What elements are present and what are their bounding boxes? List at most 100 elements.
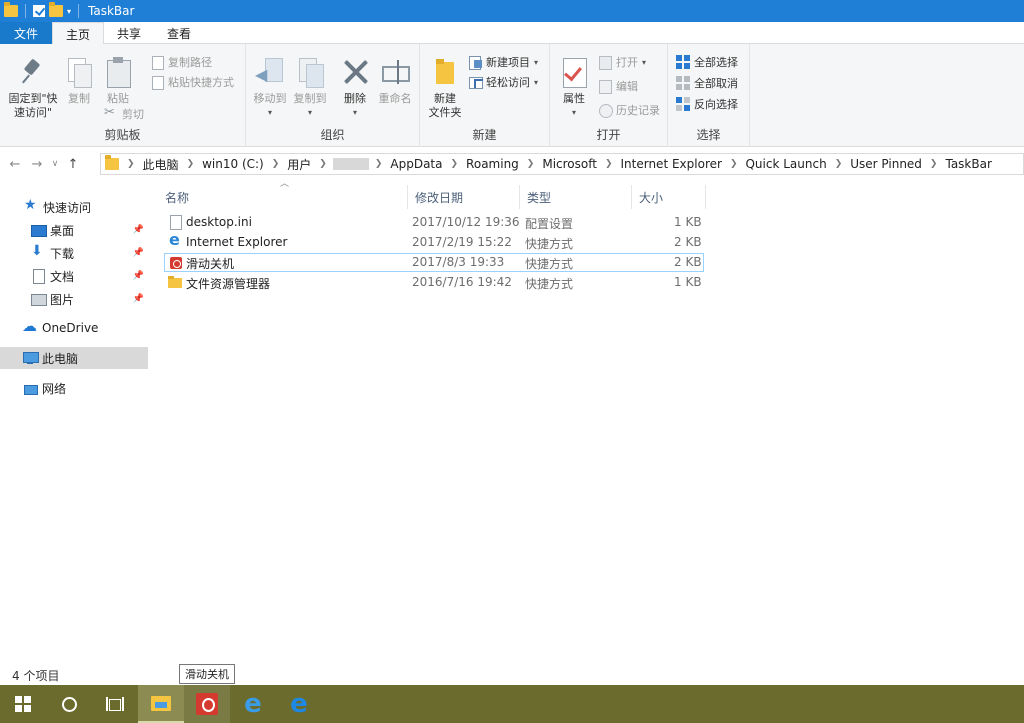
nav-pictures-label: 图片 [50,292,75,307]
crumb-separator-icon[interactable]: ❯ [317,159,329,169]
crumb-separator-icon[interactable]: ❯ [270,159,282,169]
search-button[interactable] [46,685,92,723]
crumb-roaming[interactable]: Roaming [460,157,525,171]
open-icon [598,55,612,70]
clipboard-group: 固定到"快 速访问" 复制 粘贴 复制路径 粘贴快捷方式 剪切 [0,44,246,147]
crumb-drive[interactable]: win10 (C:) [196,157,270,171]
history-button[interactable]: 历史记录 [598,102,660,118]
up-arrow-icon[interactable]: ↑ [62,157,84,172]
paste-button[interactable]: 粘贴 [100,56,136,106]
nav-documents[interactable]: 文档 📌 [0,265,148,287]
nav-downloads[interactable]: 下载 📌 [0,242,148,264]
properties-dropdown-icon: ▾ [571,108,576,117]
column-header-modified[interactable]: 修改日期 [408,185,520,209]
crumb-users[interactable]: 用户 [281,156,317,173]
invert-selection-button[interactable]: 反向选择 [676,96,738,112]
ini-file-icon [168,215,182,230]
crumb-separator-icon[interactable]: ❯ [125,159,137,169]
crumb-separator-icon[interactable]: ❯ [449,159,461,169]
crumb-separator-icon[interactable]: ❯ [603,159,615,169]
nav-quick-access[interactable]: 快速访问 [0,196,148,218]
recent-locations-chevron-icon[interactable]: ∨ [48,159,62,169]
address-bar[interactable]: ❯ 此电脑 ❯ win10 (C:) ❯ 用户 ❯ ❯ AppData ❯ Ro… [100,153,1024,175]
crumb-separator-icon[interactable]: ❯ [373,159,385,169]
column-header-name[interactable]: 名称 [158,185,408,209]
taskbar-edge[interactable]: e [276,685,322,723]
organize-group: 移动到 ▾ 复制到 ▾ 删除 ▾ 重命名 组织 [246,44,420,147]
crumb-separator-icon[interactable]: ❯ [185,159,197,169]
task-view-button[interactable] [92,685,138,723]
cut-button[interactable]: 剪切 [104,105,144,122]
nav-this-pc[interactable]: 此电脑 [0,347,148,369]
crumb-this-pc[interactable]: 此电脑 [137,156,185,173]
tab-file[interactable]: 文件 [0,22,53,44]
file-row-desktop-ini[interactable]: desktop.ini 2017/10/12 19:36 配置设置 1 KB [164,213,704,232]
copy-to-button[interactable]: 复制到 ▾ [290,56,330,120]
nav-onedrive[interactable]: OneDrive [0,317,148,339]
tab-share[interactable]: 共享 [104,22,154,44]
tab-view[interactable]: 查看 [154,22,204,44]
file-type: 配置设置 [525,217,574,231]
nav-desktop[interactable]: 桌面 📌 [0,219,148,241]
nav-documents-label: 文档 [50,269,75,284]
pin-icon [18,56,48,88]
crumb-separator-icon[interactable]: ❯ [928,159,940,169]
file-modified: 2017/2/19 15:22 [412,235,512,249]
easy-access-button[interactable]: 轻松访问 ▾ [468,74,538,90]
pin-to-quick-access-button[interactable]: 固定到"快 速访问" [4,56,62,120]
select-group-label: 选择 [696,128,721,142]
crumb-user-pinned[interactable]: User Pinned [844,157,928,171]
crumb-separator-icon[interactable]: ❯ [833,159,845,169]
title-bar: ▾ TaskBar [0,0,1024,22]
crumb-redacted-username[interactable] [332,158,369,170]
column-header-size[interactable]: 大小 [632,185,706,209]
file-row-internet-explorer[interactable]: Internet Explorer 2017/2/19 15:22 快捷方式 2… [164,230,704,252]
new-item-button[interactable]: 新建项目 ▾ [468,54,538,70]
nav-pictures[interactable]: 图片 📌 [0,288,148,310]
properties-button[interactable]: 属性 ▾ [556,56,592,120]
file-type: 快捷方式 [525,277,574,291]
crumb-quick-launch[interactable]: Quick Launch [739,157,832,171]
back-arrow-icon[interactable]: ← [4,157,26,172]
delete-button[interactable]: 删除 ▾ [336,56,374,120]
select-none-button[interactable]: 全部取消 [676,75,738,91]
new-group: 新建 文件夹 新建项目 ▾ 轻松访问 ▾ 新建 [420,44,550,147]
new-item-icon [468,55,482,70]
nav-network[interactable]: 网络 [0,377,148,399]
forward-arrow-icon[interactable]: → [26,157,48,172]
taskbar-slide-shutdown[interactable] [184,685,230,723]
select-none-icon [676,76,690,90]
file-row-file-explorer[interactable]: 文件资源管理器 2016/7/16 19:42 快捷方式 1 KB [164,273,704,292]
crumb-microsoft[interactable]: Microsoft [536,157,603,171]
move-to-button[interactable]: 移动到 ▾ [250,56,290,120]
open-button[interactable]: 打开 ▾ [598,54,646,70]
taskbar-internet-explorer[interactable]: e [230,685,276,723]
new-folder-button[interactable]: 新建 文件夹 [424,56,466,120]
edit-button[interactable]: 编辑 [598,78,638,94]
crumb-separator-icon[interactable]: ❯ [525,159,537,169]
column-header-type[interactable]: 类型 [520,185,632,209]
file-name: 文件资源管理器 [186,277,271,291]
crumb-taskbar[interactable]: TaskBar [939,157,997,171]
select-all-button[interactable]: 全部选择 [676,54,738,70]
crumb-separator-icon[interactable]: ❯ [728,159,740,169]
tab-home[interactable]: 主页 [52,22,105,45]
copy-path-button[interactable]: 复制路径 [150,54,212,70]
rename-button[interactable]: 重命名 [374,56,416,106]
file-explorer-icon [151,695,171,711]
file-row-slide-shutdown[interactable]: 滑动关机 2017/8/3 19:33 快捷方式 2 KB [164,253,704,272]
start-button[interactable] [0,685,46,723]
crumb-internet-explorer[interactable]: Internet Explorer [615,157,728,171]
select-none-label: 全部取消 [694,77,738,90]
copy-button[interactable]: 复制 [62,56,96,106]
crumb-appdata[interactable]: AppData [384,157,448,171]
properties-check-icon[interactable] [33,5,45,17]
pinned-icon: 📌 [132,248,144,258]
new-folder-icon[interactable] [49,2,63,17]
qat-dropdown-icon[interactable]: ▾ [67,7,71,16]
pin-label-line1: 固定到"快 [8,92,58,105]
paste-shortcut-button[interactable]: 粘贴快捷方式 [150,74,234,90]
open-group: 属性 ▾ 打开 ▾ 编辑 历史记录 打开 [550,44,668,147]
taskbar-file-explorer[interactable] [138,685,184,723]
file-size: 1 KB [674,275,702,289]
